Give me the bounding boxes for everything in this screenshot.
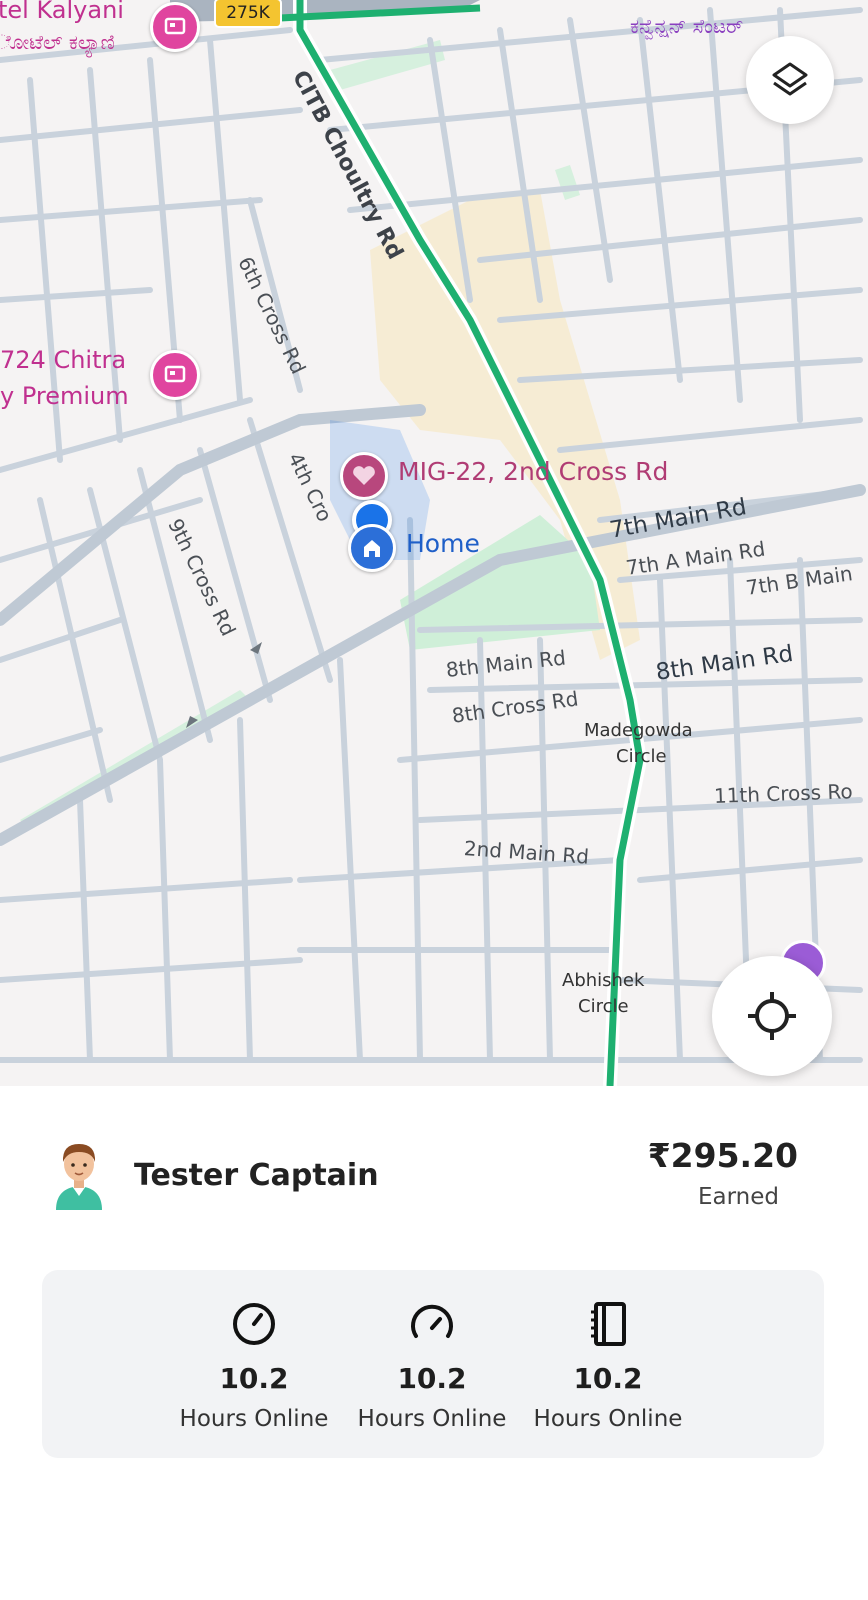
highway-badge: 275K <box>214 0 282 28</box>
stat-item: 10.2 Hours Online <box>164 1270 344 1458</box>
place-label: Circle <box>616 746 667 767</box>
earnings-amount: ₹295.20 <box>647 1136 798 1175</box>
stat-item: 10.2 Hours Online <box>518 1270 698 1458</box>
stat-label: Hours Online <box>533 1406 683 1432</box>
my-location-button[interactable] <box>712 956 832 1076</box>
place-label: Abhishek <box>562 970 645 991</box>
earnings-label: Earned <box>698 1184 780 1210</box>
stat-value: 10.2 <box>397 1362 467 1395</box>
logbook-icon <box>591 1302 626 1346</box>
avatar[interactable] <box>48 1136 110 1210</box>
hotel-marker-icon[interactable] <box>150 2 200 52</box>
clock-icon <box>233 1303 275 1345</box>
poi-convention-kannada[interactable]: ಕನ್ವೆನ್ಷನ್ ಸೆಂಟರ್ <box>630 12 743 40</box>
place-label: Madegowda <box>584 720 693 741</box>
poi-saved-place[interactable]: MIG-22, 2nd Cross Rd <box>398 458 668 486</box>
stat-value: 10.2 <box>573 1362 643 1395</box>
poi-home[interactable]: Home <box>406 530 480 558</box>
driver-name: Tester Captain <box>134 1158 379 1193</box>
hotel-marker-icon[interactable] <box>150 350 200 400</box>
poi-hotel-top[interactable]: tel Kalyani <box>0 0 124 24</box>
stat-label: Hours Online <box>179 1406 329 1432</box>
crosshair-icon <box>748 992 796 1040</box>
saved-place-heart-icon[interactable] <box>340 452 388 500</box>
map-view[interactable]: 275K tel Kalyani ೋಟೆಲ್ ಕಲ್ಯಾಣಿ ಕನ್ವೆನ್ಷನ… <box>0 0 868 1086</box>
stat-item: 10.2 Hours Online <box>342 1270 522 1458</box>
driver-summary-sheet: Tester Captain ₹295.20 Earned 10.2 Hours… <box>0 1086 868 1600</box>
stats-card: 10.2 Hours Online 10.2 Hours Online 10.2… <box>42 1270 824 1458</box>
poi-hotel-mid-line1[interactable]: 724 Chitra <box>0 346 126 374</box>
stat-label: Hours Online <box>357 1406 507 1432</box>
speedometer-icon <box>411 1304 453 1338</box>
map-layers-button[interactable] <box>746 36 834 124</box>
street-label: 11th Cross Ro <box>713 779 854 808</box>
driver-profile-row[interactable]: Tester Captain ₹295.20 Earned <box>48 1136 798 1216</box>
stat-value: 10.2 <box>219 1362 289 1395</box>
place-label: Circle <box>578 996 629 1017</box>
poi-hotel-top-kannada[interactable]: ೋಟೆಲ್ ಕಲ್ಯಾಣಿ <box>0 28 115 56</box>
home-marker-icon[interactable] <box>348 524 396 572</box>
layers-icon <box>772 62 808 96</box>
poi-hotel-mid-line2[interactable]: y Premium <box>0 382 129 410</box>
